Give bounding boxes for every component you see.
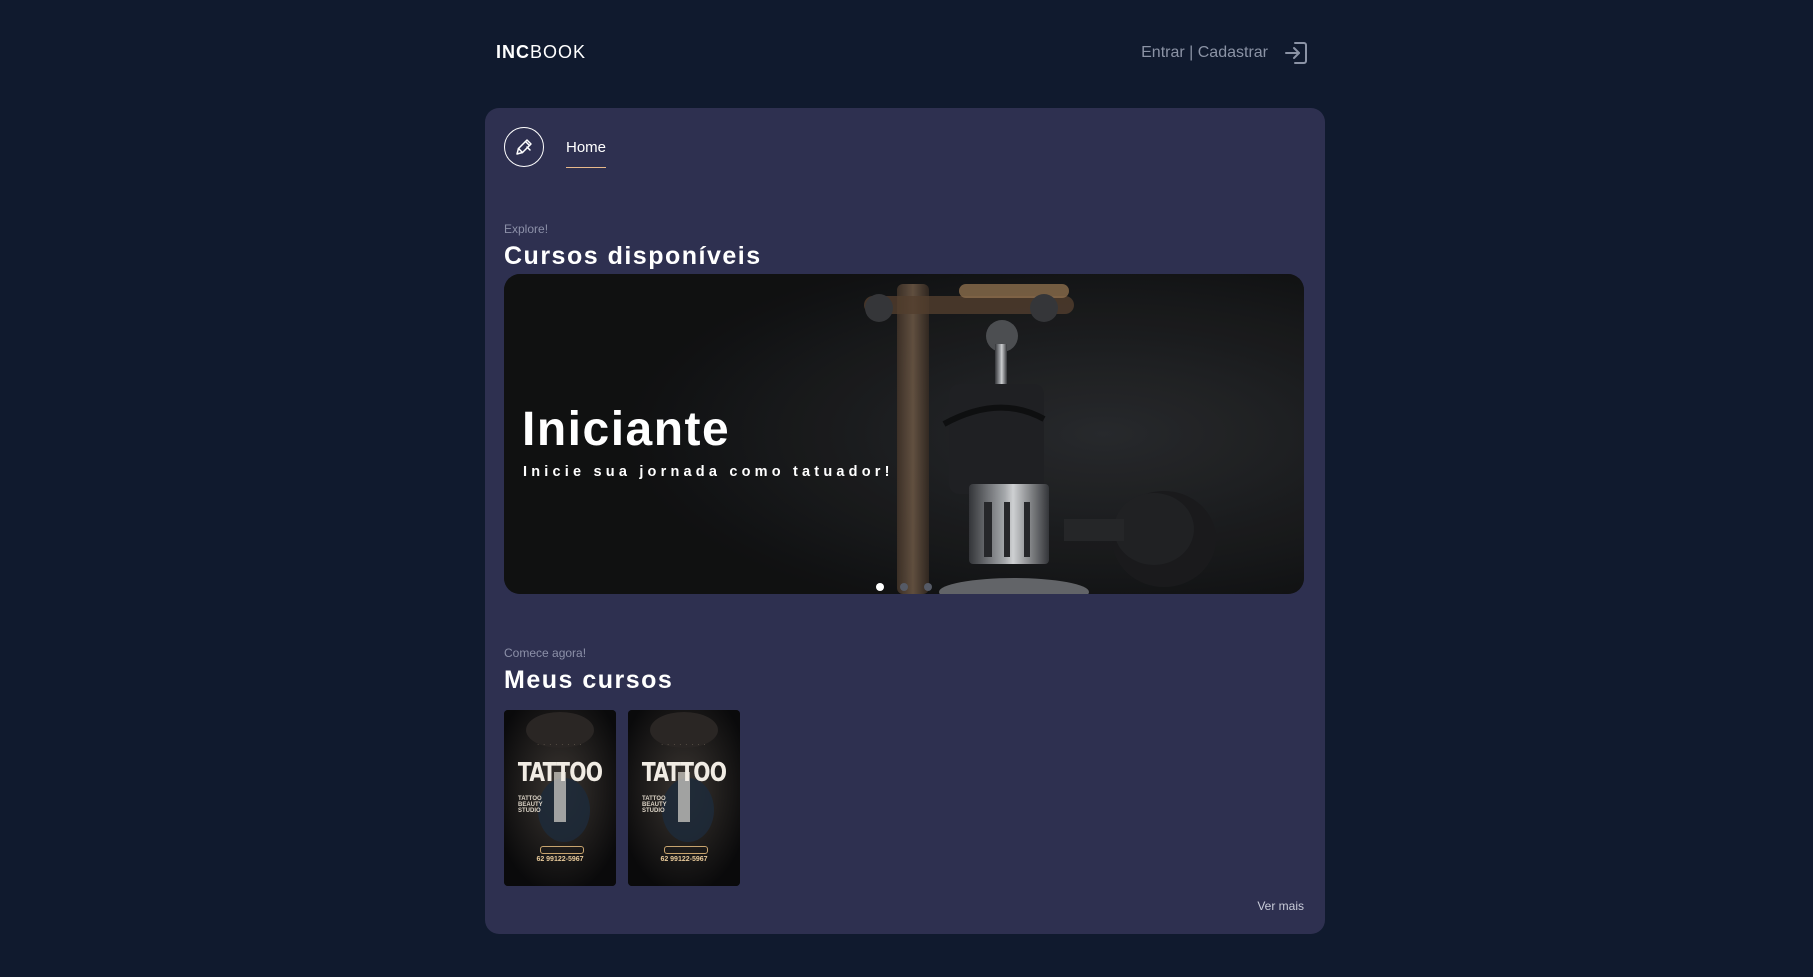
poster-cta-badge	[540, 846, 584, 854]
nav-logo-button[interactable]	[504, 127, 544, 167]
main-card: Home Explore! Cursos disponíveis Inician…	[485, 108, 1325, 934]
course-card[interactable]: · · · · · · · · TATTOO TATTOO BEAUTY STU…	[504, 710, 616, 886]
poster-title: TATTOO	[641, 758, 727, 788]
poster-side-text: TATTOO BEAUTY STUDIO	[518, 796, 543, 814]
poster-side-line: STUDIO	[518, 808, 541, 814]
login-register-label: Entrar | Cadastrar	[1141, 44, 1268, 61]
logo-bold-text: INC	[496, 42, 530, 62]
available-courses-title: Cursos disponíveis	[504, 242, 762, 270]
top-bar: INCBOOK Entrar | Cadastrar	[496, 38, 1310, 68]
poster-top-text: · · · · · · · ·	[537, 742, 583, 748]
carousel-dot-3[interactable]	[924, 583, 932, 591]
poster-title: TATTOO	[517, 758, 603, 788]
poster-phone: 62 99122-5967	[660, 856, 708, 863]
carousel-dot-1[interactable]	[876, 583, 884, 591]
course-card[interactable]: · · · · · · · · TATTOO TATTOO BEAUTY STU…	[628, 710, 740, 886]
carousel-dot-2[interactable]	[900, 583, 908, 591]
logo-light-text: BOOK	[530, 42, 587, 62]
tab-home[interactable]: Home	[566, 139, 607, 168]
courses-carousel[interactable]: Iniciante Inicie sua jornada como tatuad…	[504, 274, 1304, 594]
my-courses-eyebrow: Comece agora!	[504, 646, 587, 660]
poster-phone: 62 99122-5967	[536, 856, 584, 863]
my-courses-title: Meus cursos	[504, 666, 674, 694]
poster-cta-badge	[664, 846, 708, 854]
see-more-link[interactable]: Ver mais	[1257, 899, 1304, 913]
available-courses-eyebrow: Explore!	[504, 222, 549, 236]
poster-side-text: TATTOO BEAUTY STUDIO	[642, 796, 667, 814]
app-logo[interactable]: INCBOOK	[496, 42, 586, 63]
slide-subtitle: Inicie sua jornada como tatuador!	[523, 464, 894, 480]
poster-top-text: · · · · · · · ·	[661, 742, 707, 748]
login-register-link[interactable]: Entrar | Cadastrar	[1141, 38, 1310, 68]
carousel-indicators	[876, 583, 932, 591]
my-courses-list: · · · · · · · · TATTOO TATTOO BEAUTY STU…	[504, 710, 740, 886]
poster-side-line: STUDIO	[642, 808, 665, 814]
sign-in-icon	[1285, 42, 1307, 64]
slide-title: Iniciante	[522, 403, 731, 456]
pen-icon	[516, 139, 532, 155]
